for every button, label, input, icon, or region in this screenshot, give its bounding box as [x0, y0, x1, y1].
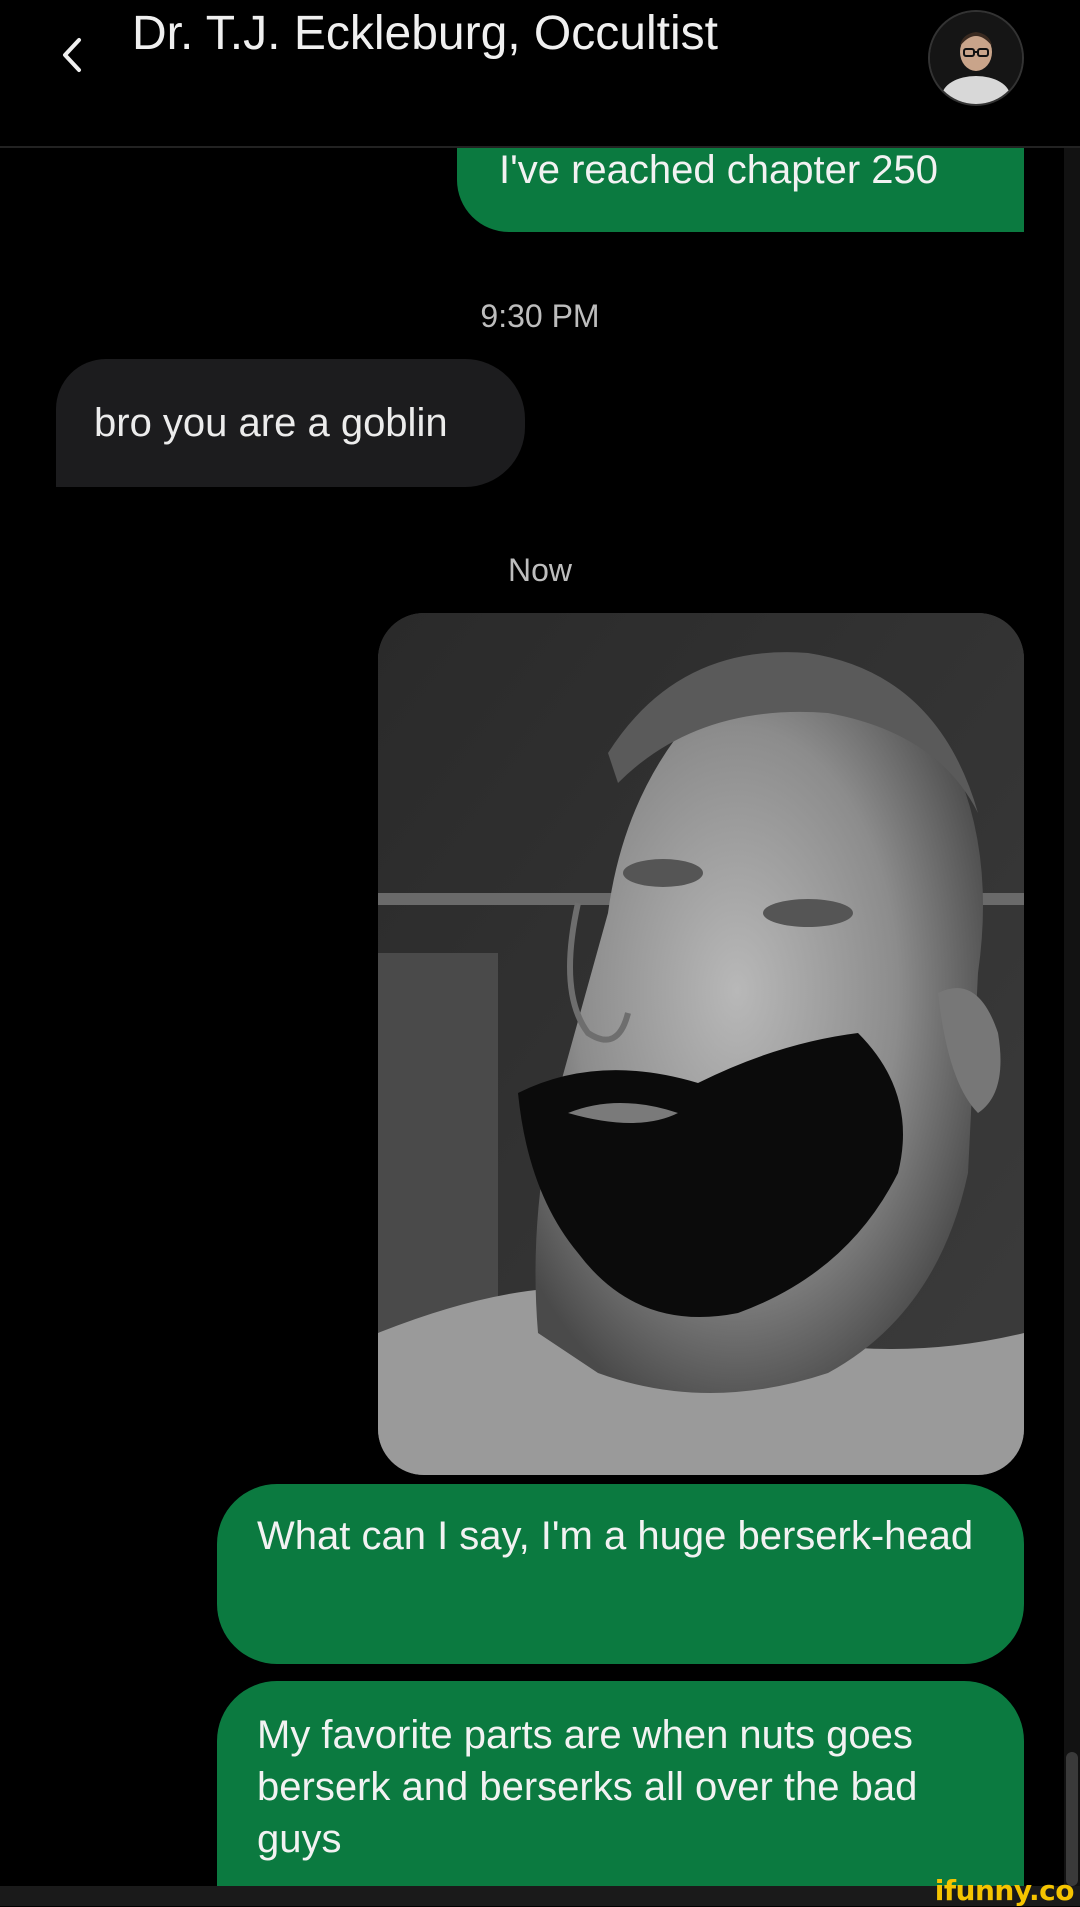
back-button[interactable] — [52, 30, 92, 80]
contact-name[interactable]: Dr. T.J. Eckleburg, Occultist — [132, 4, 718, 64]
attached-photo[interactable] — [378, 613, 1024, 1475]
scrollbar-track[interactable] — [1064, 146, 1080, 1886]
message-bubble-sent[interactable]: What can I say, I'm a huge berserk-head — [217, 1484, 1024, 1664]
scrollbar-thumb[interactable] — [1066, 1752, 1078, 1886]
message-bubble-sent[interactable]: My favorite parts are when nuts goes ber… — [217, 1681, 1024, 1886]
bottom-bar — [0, 1886, 1080, 1906]
timestamp: 9:30 PM — [480, 298, 600, 334]
timestamp: Now — [507, 552, 572, 588]
conversation-header: Dr. T.J. Eckleburg, Occultist — [0, 0, 1080, 148]
message-text: bro you are a goblin — [94, 401, 448, 445]
message-bubble-sent[interactable]: I've reached chapter 250 — [457, 146, 1024, 232]
message-text: I've reached chapter 250 — [499, 148, 939, 192]
message-text: What can I say, I'm a huge berserk-head — [257, 1514, 974, 1558]
message-bubble-received[interactable]: bro you are a goblin — [56, 359, 525, 487]
contact-avatar[interactable] — [928, 10, 1024, 106]
message-text: My favorite parts are when nuts goes ber… — [257, 1713, 918, 1861]
watermark-logo: ifunny.co — [934, 1874, 1075, 1907]
chevron-left-icon — [63, 38, 81, 72]
